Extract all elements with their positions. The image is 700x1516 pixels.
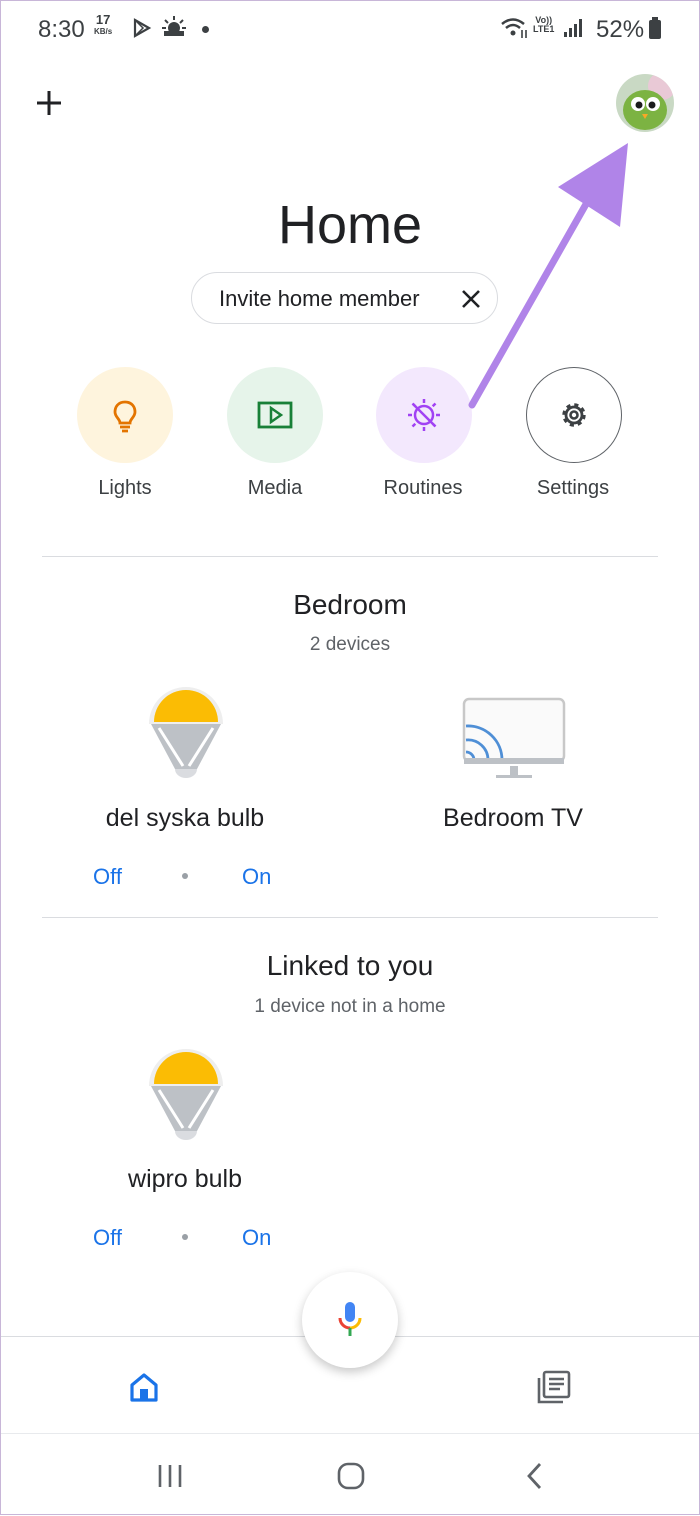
status-time: 8:30 [38,16,85,43]
volte-bottom: LTE1 [533,24,555,34]
wifi-icon [501,18,527,38]
bulb-icon[interactable] [145,684,227,784]
status-bar: 8:30 17 KB/s Vo)) LTE1 52% [0,0,700,60]
settings-label: Settings [536,477,610,499]
device-name-del-syska-bulb[interactable]: del syska bulb [35,804,335,833]
on-button[interactable]: On [242,864,271,890]
signal-icon [564,19,582,37]
routines-label: Routines [383,477,463,499]
recent-apps-icon[interactable] [156,1462,184,1490]
room-title-bedroom: Bedroom [293,589,407,620]
room-subtitle-bedroom: 2 devices [309,634,391,655]
lightbulb-icon [113,400,137,433]
lights-label: Lights [98,477,152,499]
separator-dot [182,873,188,879]
system-nav-bar [0,1433,700,1516]
routines-icon [408,399,440,431]
home-nav-icon[interactable] [336,1461,366,1491]
mic-icon [338,1302,362,1336]
on-button[interactable]: On [242,1225,271,1251]
room-subtitle-linked: 1 device not in a home [254,996,446,1017]
notification-dot [202,26,209,33]
invite-home-member-chip[interactable]: Invite home member [191,272,498,324]
battery-percent: 52% [596,16,645,43]
divider [42,556,658,557]
home-icon[interactable] [128,1371,160,1403]
cast-tv-icon[interactable] [462,696,566,780]
lights-shortcut[interactable] [77,367,173,463]
play-icon [257,401,293,429]
room-title-linked: Linked to you [266,950,434,981]
mic-button[interactable] [302,1272,398,1368]
divider [42,917,658,918]
device-name-wipro-bulb[interactable]: wipro bulb [35,1165,335,1194]
network-speed-unit: KB/s [94,27,113,36]
device-name-bedroom-tv[interactable]: Bedroom TV [363,804,663,833]
network-speed: 17 KB/s [94,12,113,38]
battery-icon [649,17,661,39]
network-speed-value: 17 [95,12,111,27]
back-icon[interactable] [522,1461,548,1491]
weather-icon [162,16,186,36]
media-shortcut[interactable] [227,367,323,463]
volte-indicator: Vo)) LTE1 [533,16,554,34]
plus-icon[interactable] [34,88,64,118]
invite-chip-label: Invite home member [219,286,420,311]
bulb-icon[interactable] [145,1046,227,1146]
play-store-icon [133,18,152,38]
routines-shortcut[interactable] [376,367,472,463]
off-button[interactable]: Off [93,864,122,890]
separator-dot [182,1234,188,1240]
feed-icon[interactable] [536,1369,572,1405]
media-label: Media [247,477,303,499]
profile-avatar[interactable] [616,74,674,132]
off-button[interactable]: Off [93,1225,122,1251]
avatar-image [616,74,674,132]
annotation-arrow-icon [468,143,628,409]
